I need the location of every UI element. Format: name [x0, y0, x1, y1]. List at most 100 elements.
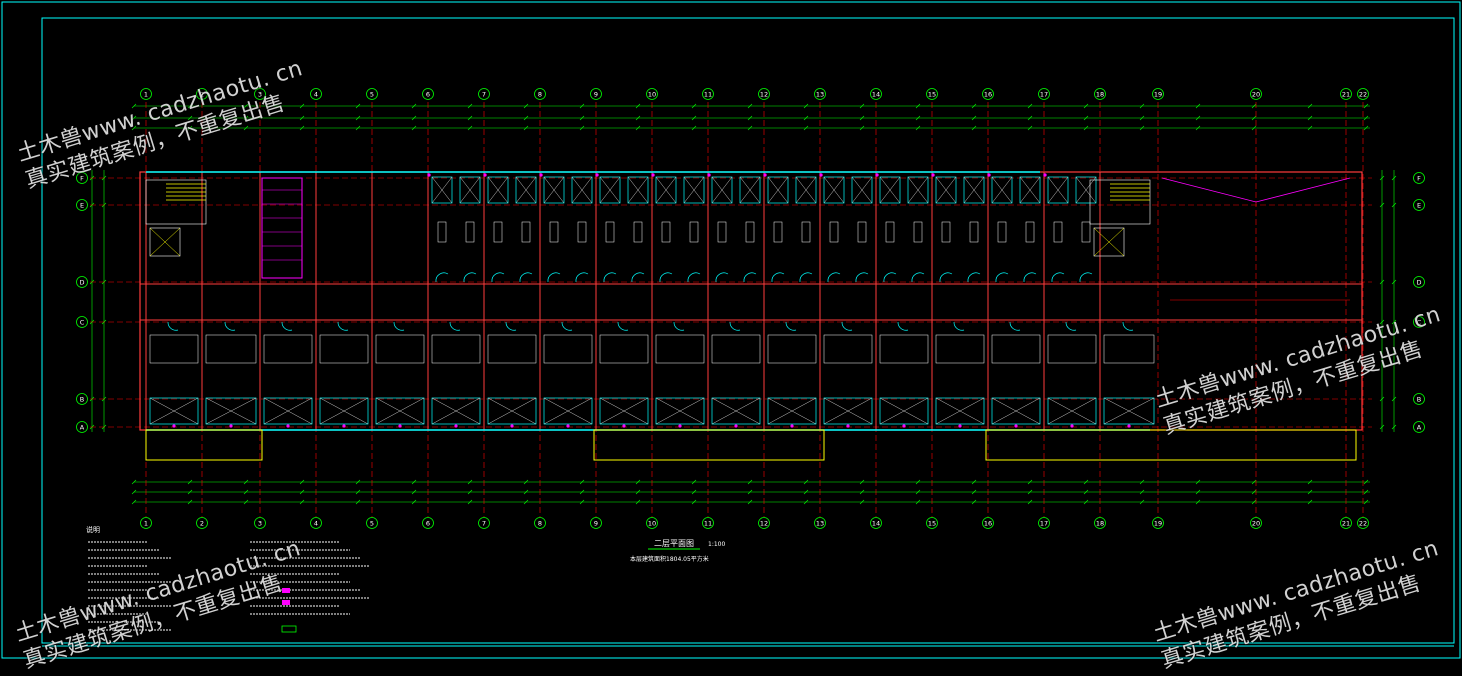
- door-swing: [883, 272, 897, 283]
- balcony: [593, 429, 825, 461]
- plan-scale: 1:100: [708, 541, 725, 548]
- axis-label-20: 20: [1252, 91, 1260, 99]
- furniture-bed: [1047, 334, 1097, 364]
- axis-label-11: 11: [704, 520, 712, 528]
- door-swing: [1009, 321, 1021, 331]
- column-marker: [819, 173, 823, 177]
- furniture-desk: [577, 221, 587, 243]
- door-swing: [743, 272, 757, 283]
- door-swing: [967, 272, 981, 283]
- door-swing: [1122, 321, 1134, 331]
- furniture-desk: [913, 221, 923, 243]
- column-marker: [651, 173, 655, 177]
- plan-subtitle: 本层建筑面积1804.05平方米: [630, 555, 709, 563]
- stair: [1089, 179, 1151, 225]
- axis-label-20: 20: [1252, 520, 1260, 528]
- furniture-bed: [375, 334, 425, 364]
- column-marker: [1014, 424, 1018, 428]
- wc-core: [261, 177, 303, 279]
- axis-label-14: 14: [872, 91, 880, 99]
- column-marker: [622, 424, 626, 428]
- axis-label-C: C: [80, 319, 85, 327]
- column-marker: [1070, 424, 1074, 428]
- furniture-desk: [437, 221, 447, 243]
- axis-label-7: 7: [482, 520, 486, 528]
- door-swing: [224, 321, 236, 331]
- door-swing: [855, 272, 869, 283]
- door-swing: [435, 272, 449, 283]
- furniture-desk: [521, 221, 531, 243]
- furniture-bed: [487, 334, 537, 364]
- column-marker: [678, 424, 682, 428]
- axis-label-2: 2: [200, 91, 204, 99]
- axis-label-4: 4: [314, 91, 318, 99]
- balcony: [145, 429, 263, 461]
- column-marker: [987, 173, 991, 177]
- axis-label-14: 14: [872, 520, 880, 528]
- furniture-desk: [969, 221, 979, 243]
- furniture-bed: [319, 334, 369, 364]
- legend-swatch: [282, 588, 290, 593]
- stair: [145, 179, 207, 225]
- furniture-bed: [431, 334, 481, 364]
- floor-plan-drawing: 1122334455667788991010111112121313141415…: [1, 1, 1461, 659]
- axis-label-F: F: [1417, 175, 1421, 183]
- balcony: [985, 429, 1357, 461]
- door-swing: [687, 272, 701, 283]
- column-marker: [958, 424, 962, 428]
- door-swing: [659, 272, 673, 283]
- axis-bubbles: 1122334455667788991010111112121313141415…: [76, 88, 1425, 529]
- door-swing: [491, 272, 505, 283]
- axis-label-2: 2: [200, 520, 204, 528]
- axis-label-E: E: [80, 202, 84, 210]
- furniture-desk: [745, 221, 755, 243]
- furniture-desk: [941, 221, 951, 243]
- door-swing: [1079, 272, 1093, 283]
- door-swing: [1065, 321, 1077, 331]
- axis-label-F: F: [80, 175, 84, 183]
- axis-label-15: 15: [928, 91, 936, 99]
- door-swing: [547, 272, 561, 283]
- furniture-desk: [857, 221, 867, 243]
- axis-label-C: C: [1417, 319, 1422, 327]
- door-swing: [785, 321, 797, 331]
- door-swing: [281, 321, 293, 331]
- axis-label-16: 16: [984, 91, 992, 99]
- column-marker: [539, 173, 543, 177]
- door-swing: [939, 272, 953, 283]
- column-marker: [427, 173, 431, 177]
- furniture-desk: [773, 221, 783, 243]
- axis-label-A: A: [1417, 424, 1422, 432]
- notes-block: [88, 541, 370, 633]
- door-swing: [771, 272, 785, 283]
- furniture-desk: [801, 221, 811, 243]
- column-marker: [846, 424, 850, 428]
- door-swing: [995, 272, 1009, 283]
- column-marker: [763, 173, 767, 177]
- axis-label-22: 22: [1359, 520, 1367, 528]
- furniture-desk: [493, 221, 503, 243]
- axis-label-13: 13: [816, 91, 824, 99]
- axis-label-5: 5: [370, 520, 374, 528]
- axis-label-21: 21: [1342, 91, 1350, 99]
- door-swing: [617, 321, 629, 331]
- axis-label-9: 9: [594, 520, 598, 528]
- axis-label-8: 8: [538, 91, 542, 99]
- axis-label-7: 7: [482, 91, 486, 99]
- door-swing: [799, 272, 813, 283]
- furniture-bed: [149, 334, 199, 364]
- door-swing: [841, 321, 853, 331]
- door-swing: [827, 272, 841, 283]
- plan-title: 二层平面图: [654, 539, 694, 548]
- door-swing: [519, 272, 533, 283]
- axis-label-18: 18: [1096, 520, 1104, 528]
- axis-label-19: 19: [1154, 520, 1162, 528]
- building-plan: [139, 171, 1363, 461]
- furniture-bed: [935, 334, 985, 364]
- column-marker: [454, 424, 458, 428]
- furniture-desk: [661, 221, 671, 243]
- axis-label-21: 21: [1342, 520, 1350, 528]
- column-marker: [398, 424, 402, 428]
- door-swing: [167, 321, 179, 331]
- axis-grid: [90, 102, 1372, 517]
